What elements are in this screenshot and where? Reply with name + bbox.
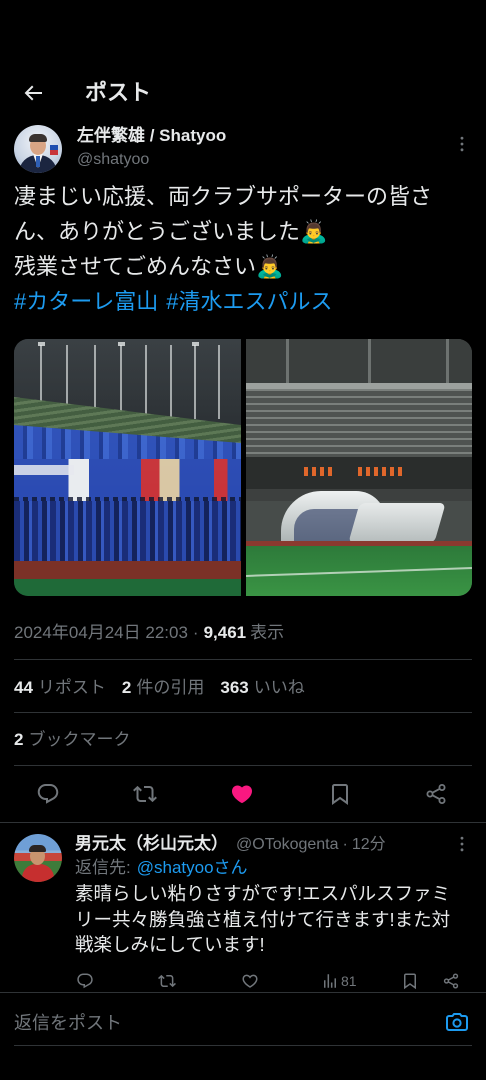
likes-count: 363 xyxy=(220,678,249,697)
reply-author-name[interactable]: 男元太（杉山元太） xyxy=(75,834,228,853)
photo-detail xyxy=(358,467,402,476)
post-text-line: 凄まじい応援、両クラブサポーターの皆さ xyxy=(14,184,433,209)
avatar-detail xyxy=(29,845,46,852)
bookmarks-stat[interactable]: 2 ブックマーク xyxy=(14,728,130,752)
reposts-count: 44 xyxy=(14,678,33,697)
reply-icon[interactable] xyxy=(36,782,60,806)
top-app-bar: ポスト xyxy=(0,70,486,116)
replying-to: 返信先: @shatyooさん xyxy=(75,856,248,880)
photo-detail xyxy=(446,339,449,387)
hashtag-link[interactable]: #清水エスパルス xyxy=(166,289,332,314)
reply-author-handle[interactable]: @OTokogenta xyxy=(236,836,339,853)
reply-views-count: 81 xyxy=(341,973,357,989)
reply-composer xyxy=(0,992,486,1080)
bookmark-icon[interactable] xyxy=(328,782,352,806)
reply-text-line: 戦楽しみにしています! xyxy=(75,934,265,955)
post-text-line: ん、ありがとうございました🙇‍♂️ xyxy=(14,219,328,244)
heart-icon[interactable] xyxy=(241,972,259,990)
divider xyxy=(14,659,472,660)
post-photo-stadium-bench[interactable] xyxy=(246,339,472,596)
reply-text: 素晴らしい粘りさすがです!エスパルスファミ リー共々勝負強さ植え付けて行きます!… xyxy=(75,881,450,958)
replying-to-handle[interactable]: @shatyooさん xyxy=(137,858,248,877)
engagement-stats: 44 リポスト 2 件の引用 363 いいね xyxy=(14,676,321,700)
views-icon[interactable] xyxy=(321,972,339,990)
author-handle[interactable]: @shatyoo xyxy=(77,148,149,172)
likes-label: いいね xyxy=(253,678,305,697)
more-vertical-icon[interactable] xyxy=(452,834,472,854)
quotes-label: 件の引用 xyxy=(136,678,205,697)
reposts-stat[interactable]: 44 リポスト xyxy=(14,678,106,697)
hashtag-link[interactable]: #カターレ富山 xyxy=(14,289,158,314)
bookmarks-label: ブックマーク xyxy=(28,730,131,749)
separator: · xyxy=(342,836,348,853)
arrow-left-icon[interactable] xyxy=(21,81,45,105)
reply-text-line: リー共々勝負強さ植え付けて行きます!また対 xyxy=(75,908,451,930)
bookmark-icon[interactable] xyxy=(401,972,419,990)
reply-header: 男元太（杉山元太） @OTokogenta · 12分 xyxy=(75,832,386,857)
post-media-grid xyxy=(14,339,472,596)
bookmarks-count: 2 xyxy=(14,730,24,749)
photo-detail xyxy=(246,389,472,457)
views-count: 9,461 xyxy=(203,623,247,642)
replying-to-label: 返信先: xyxy=(75,858,131,877)
reply-time[interactable]: 12分 xyxy=(352,836,386,853)
post-photo-stadium-supporters[interactable] xyxy=(14,339,241,596)
photo-detail xyxy=(304,467,336,476)
camera-icon[interactable] xyxy=(445,1010,469,1034)
reply-input[interactable] xyxy=(14,1008,434,1038)
avatar-detail xyxy=(36,156,40,167)
author-name[interactable]: 左伴繁雄 / Shatyoo xyxy=(77,124,226,148)
quotes-stat[interactable]: 2 件の引用 xyxy=(122,678,204,697)
share-icon[interactable] xyxy=(424,782,448,806)
post-text: 凄まじい応援、両クラブサポーターの皆さ ん、ありがとうございました🙇‍♂️ 残業… xyxy=(14,179,474,319)
post-timestamp-row: 2024年04月24日 22:03 · 9,461 表示 xyxy=(14,621,284,645)
hashtag-line: #カターレ富山 #清水エスパルス xyxy=(14,284,474,319)
reposts-label: リポスト xyxy=(37,678,106,697)
page-title: ポスト xyxy=(85,80,152,105)
photo-detail xyxy=(348,503,446,543)
avatar-detail xyxy=(22,864,54,882)
likes-stat[interactable]: 363 いいね xyxy=(220,678,304,697)
reply-icon[interactable] xyxy=(76,972,94,990)
photo-detail xyxy=(286,339,289,387)
divider xyxy=(0,822,486,823)
avatar-detail xyxy=(50,145,58,155)
avatar-detail xyxy=(29,134,47,142)
heart-icon[interactable] xyxy=(230,782,254,806)
divider xyxy=(14,712,472,713)
share-icon[interactable] xyxy=(442,972,460,990)
repost-icon[interactable] xyxy=(133,782,157,806)
photo-detail xyxy=(246,339,472,387)
views-label: 表示 xyxy=(250,623,285,642)
reply-text-line: 素晴らしい粘りさすがです!エスパルスファミ xyxy=(75,883,451,904)
reply-author-avatar[interactable] xyxy=(14,834,62,882)
post-text-line: 残業させてごめんなさい🙇‍♂️ xyxy=(14,254,284,279)
photo-detail xyxy=(368,339,371,387)
quotes-count: 2 xyxy=(121,678,132,697)
repost-icon[interactable] xyxy=(158,972,176,990)
divider xyxy=(14,765,472,766)
post-timestamp[interactable]: 2024年04月24日 22:03 xyxy=(14,623,188,642)
divider xyxy=(14,1045,472,1046)
photo-detail xyxy=(14,339,241,596)
author-avatar[interactable] xyxy=(14,125,62,173)
more-vertical-icon[interactable] xyxy=(452,134,472,154)
separator: · xyxy=(192,623,199,642)
